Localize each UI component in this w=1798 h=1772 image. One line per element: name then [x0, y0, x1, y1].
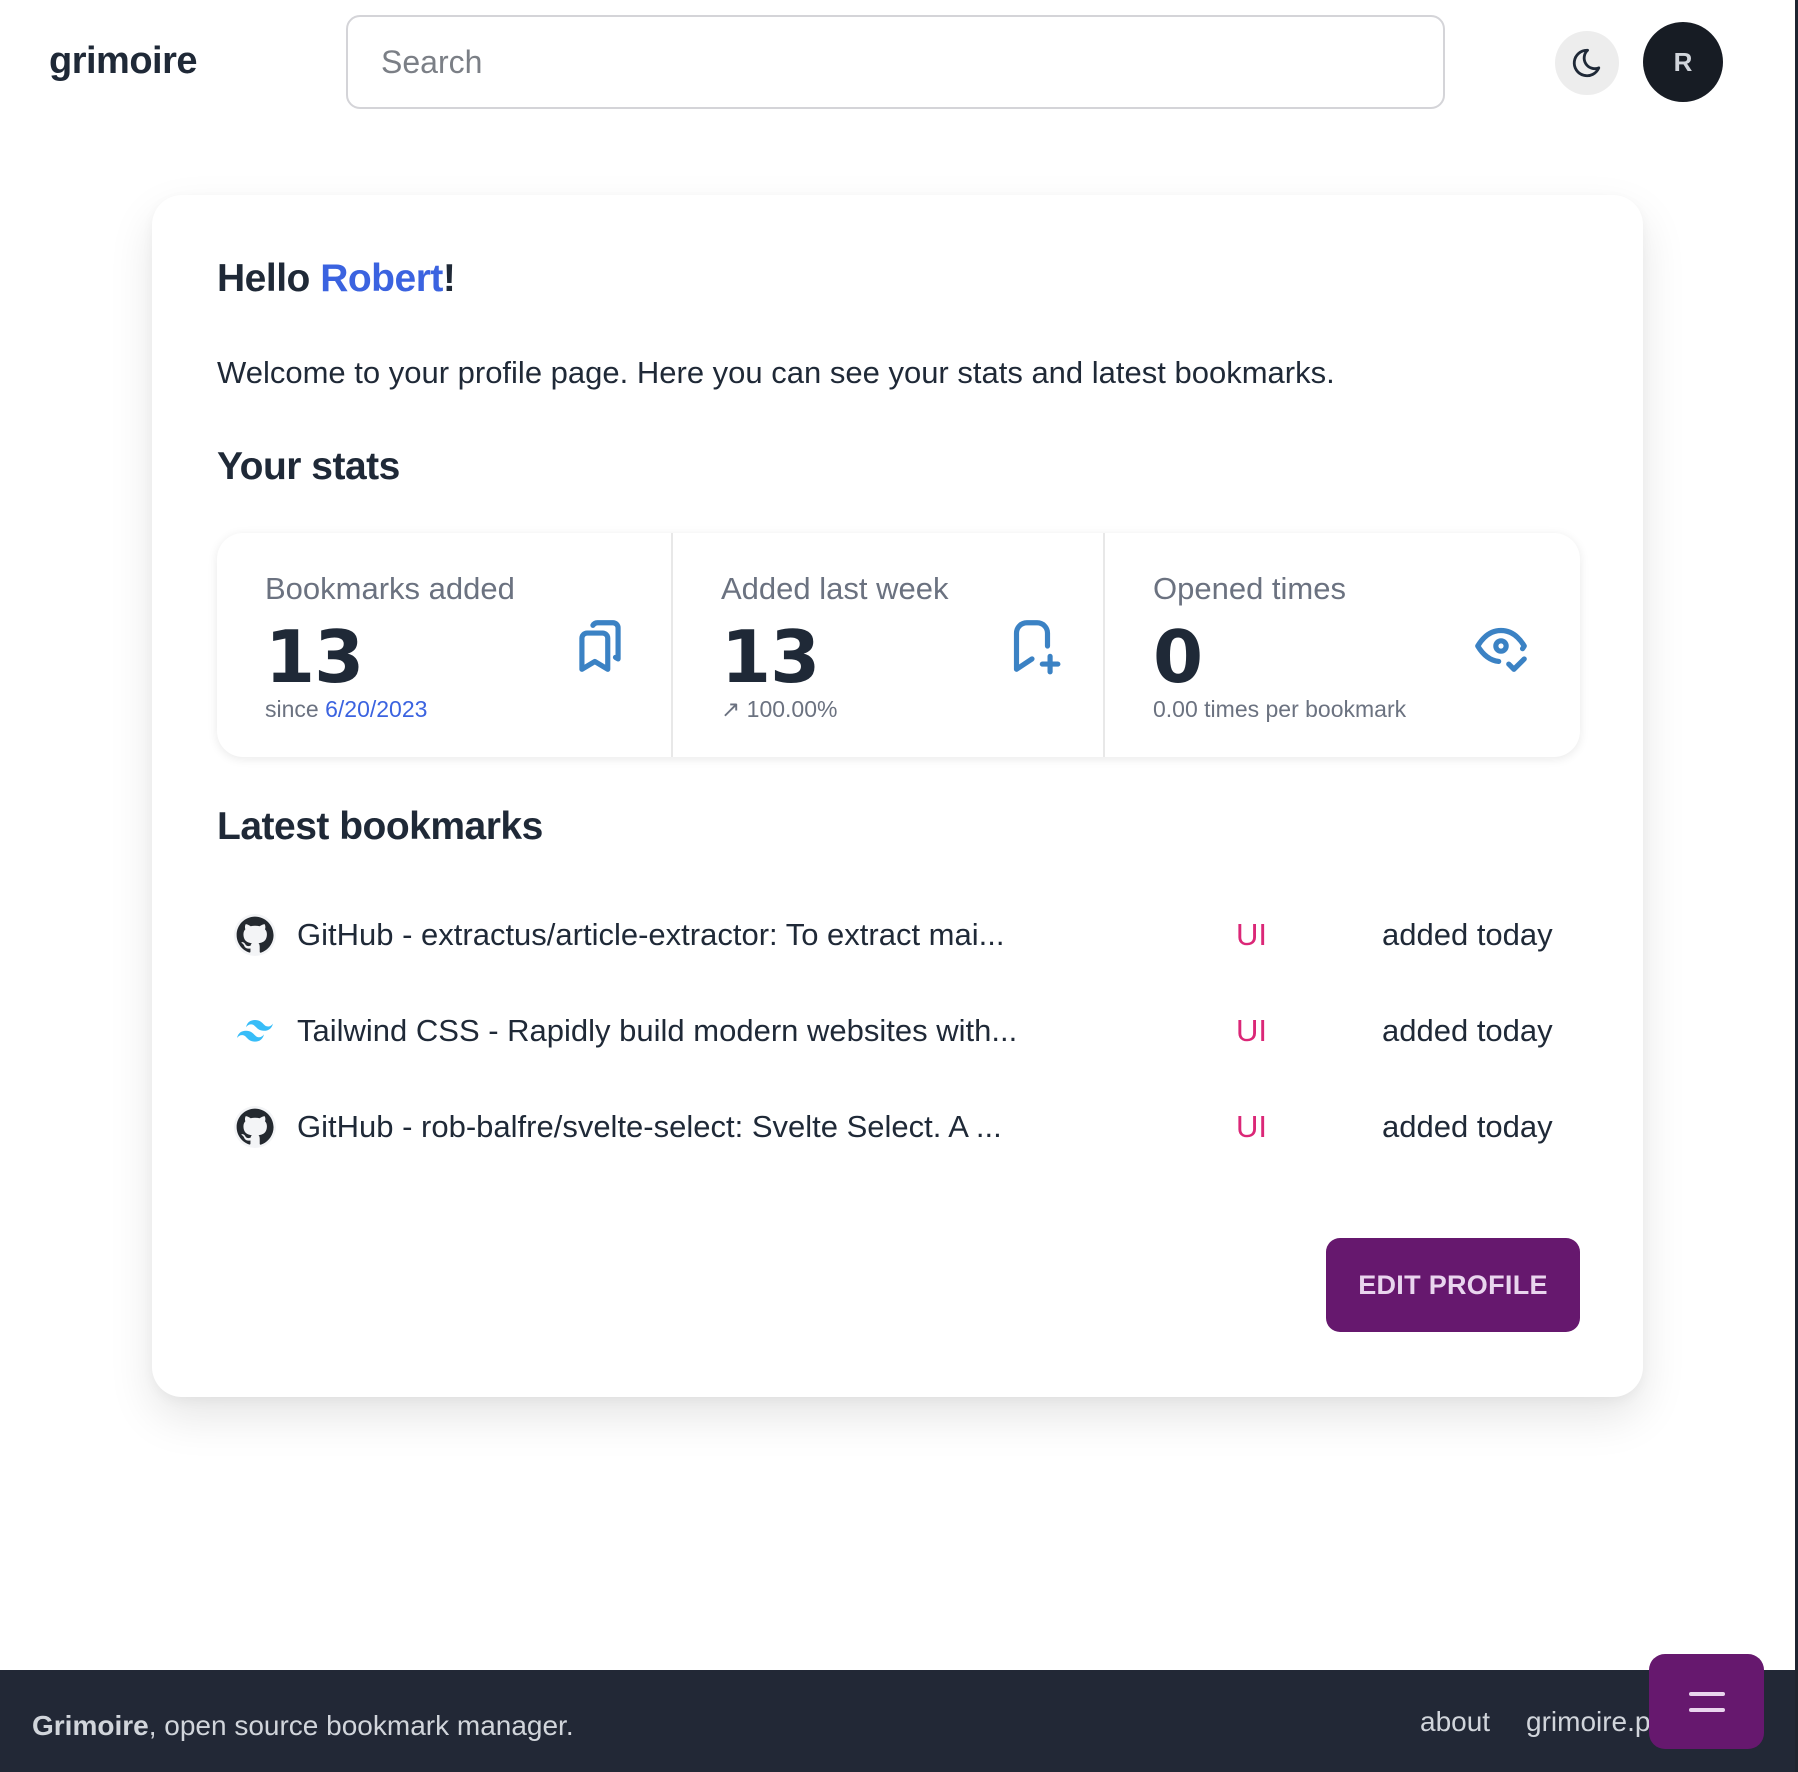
bookmark-title-link[interactable]: GitHub - extractus/article-extractor: To… [297, 917, 1004, 953]
stat-title: Added last week [721, 571, 949, 606]
bookmark-tag[interactable]: UI [1236, 917, 1267, 953]
welcome-text: Welcome to your profile page. Here you c… [217, 355, 1335, 390]
stat-bookmarks-added: Bookmarks added 13 since 6/20/2023 [217, 533, 671, 757]
stat-desc: 0.00 times per bookmark [1153, 696, 1407, 722]
trend-up-icon: ↗ [721, 696, 741, 722]
bookmark-title-link[interactable]: Tailwind CSS - Rapidly build modern webs… [297, 1013, 1017, 1049]
footer: Grimoire, open source bookmark manager. … [0, 1670, 1795, 1772]
latest-bookmarks-title: Latest bookmarks [217, 805, 543, 848]
github-icon [233, 913, 277, 957]
github-icon [233, 1105, 277, 1149]
stat-opened-times: Opened times 0 0.00 times per bookmark [1103, 533, 1580, 757]
stat-value: 13 [721, 615, 820, 699]
footer-tagline-text: , open source bookmark manager. [148, 1710, 574, 1741]
bookmark-added-date: added today [1382, 1109, 1553, 1144]
bookmark-tag[interactable]: UI [1236, 1013, 1267, 1049]
stats-panel: Bookmarks added 13 since 6/20/2023 Added… [217, 533, 1580, 757]
footer-brand: Grimoire [32, 1710, 149, 1741]
user-avatar[interactable]: R [1643, 22, 1723, 102]
stat-added-last-week: Added last week 13 ↗ 100.00% [671, 533, 1103, 757]
stat-desc-prefix: since [265, 696, 326, 722]
menu-icon [1688, 1691, 1725, 1712]
bookmark-row: GitHub - rob-balfre/svelte-select: Svelt… [217, 1079, 1580, 1175]
bookmark-row: GitHub - extractus/article-extractor: To… [217, 887, 1580, 983]
stat-desc-percent: 100.00% [746, 696, 838, 722]
bookmark-added-date: added today [1382, 917, 1553, 952]
stat-desc: ↗ 100.00% [721, 696, 837, 723]
footer-tagline: Grimoire, open source bookmark manager. [32, 1710, 574, 1742]
greeting-prefix: Hello [217, 257, 321, 300]
moon-icon [1572, 48, 1601, 78]
stat-title: Opened times [1153, 571, 1346, 606]
user-name: Robert [320, 257, 443, 300]
floating-menu-button[interactable] [1649, 1654, 1764, 1749]
footer-link-about[interactable]: about [1420, 1706, 1490, 1738]
bookmark-plus-icon [1013, 620, 1061, 675]
app-logo[interactable]: grimoire [49, 40, 198, 83]
greeting-heading: Hello Robert! [217, 257, 456, 301]
stats-title: Your stats [217, 445, 400, 488]
bookmarks-icon [579, 620, 621, 672]
stat-title: Bookmarks added [265, 571, 515, 606]
stat-desc: since 6/20/2023 [265, 696, 427, 723]
bookmark-row: Tailwind CSS - Rapidly build modern webs… [217, 983, 1580, 1079]
search-input[interactable] [346, 15, 1445, 109]
stat-value: 0 [1153, 615, 1203, 699]
latest-bookmarks-list: GitHub - extractus/article-extractor: To… [217, 887, 1580, 1175]
bookmark-added-date: added today [1382, 1013, 1553, 1048]
profile-card: Hello Robert! Welcome to your profile pa… [152, 195, 1643, 1397]
bookmark-title-link[interactable]: GitHub - rob-balfre/svelte-select: Svelt… [297, 1109, 1002, 1145]
edit-profile-button[interactable]: EDIT PROFILE [1326, 1238, 1580, 1332]
theme-toggle-button[interactable] [1555, 31, 1619, 95]
stat-desc-date: 6/20/2023 [325, 696, 428, 722]
bookmark-tag[interactable]: UI [1236, 1109, 1267, 1145]
eye-check-icon [1475, 627, 1527, 672]
greeting-suffix: ! [442, 257, 456, 300]
stat-value: 13 [265, 615, 364, 699]
tailwind-icon [233, 1009, 277, 1053]
